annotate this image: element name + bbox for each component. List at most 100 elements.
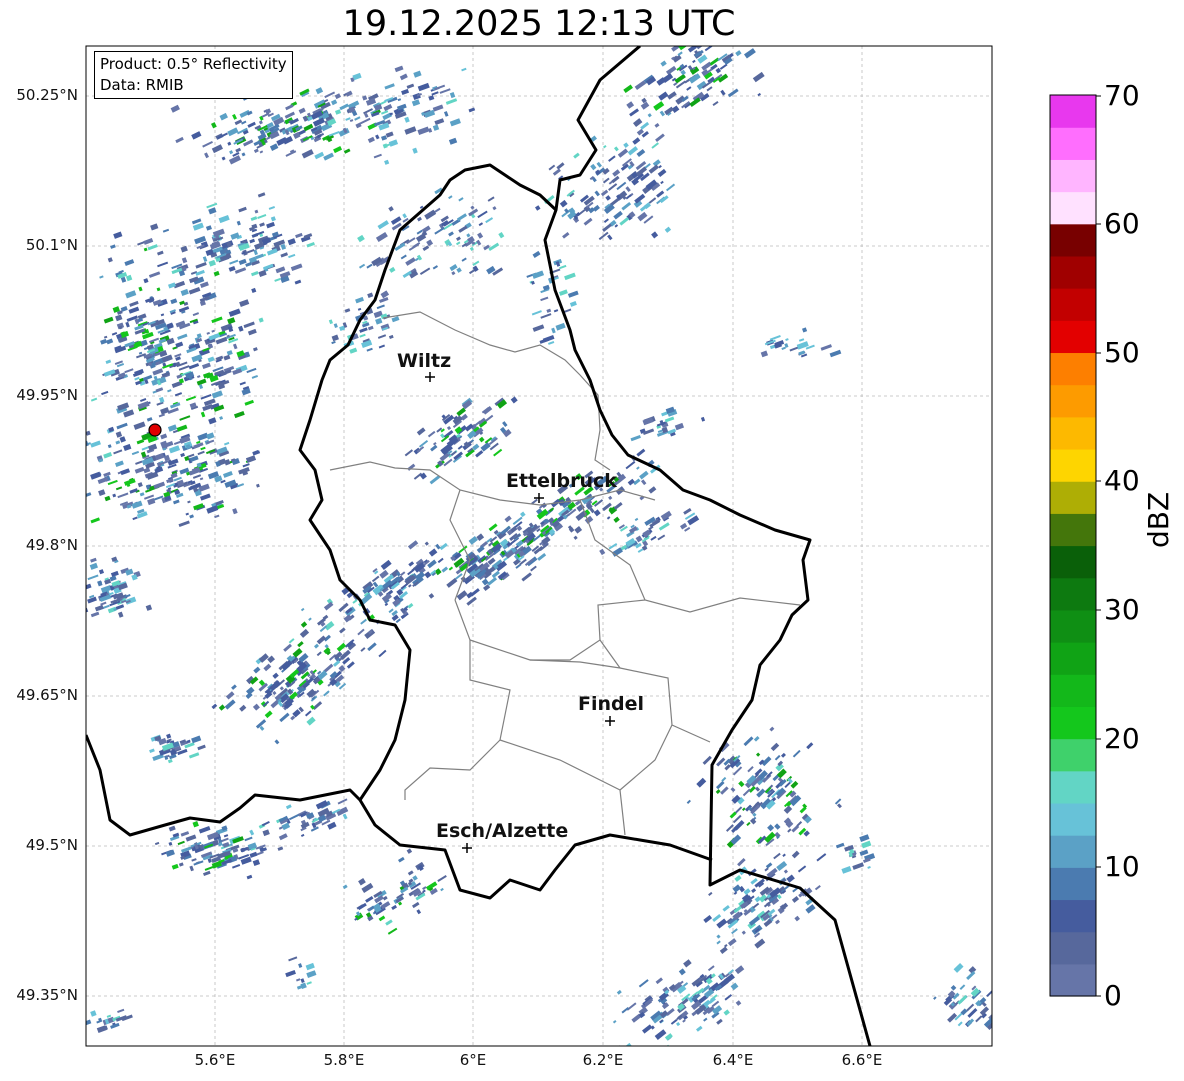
radar-echo-pixel [147, 244, 158, 251]
radar-echo-pixel [785, 338, 789, 341]
radar-echo-pixel [162, 228, 170, 233]
colorbar-segment [1050, 802, 1096, 836]
radar-echo-pixel [406, 83, 415, 89]
radar-echo-pixel [679, 522, 688, 530]
radar-echo-pixel [417, 82, 430, 92]
radar-echo-pixel [234, 267, 247, 274]
radar-echo-pixel [245, 249, 255, 254]
radar-echo-pixel [456, 236, 461, 242]
radar-echo-pixel [205, 225, 212, 231]
radar-echo-pixel [305, 962, 315, 971]
radar-echo-pixel [734, 965, 745, 975]
radar-echo-pixel [115, 604, 125, 610]
radar-echo-pixel [346, 661, 355, 669]
radar-echo-pixel [349, 347, 358, 354]
radar-echo-pixel [233, 343, 238, 350]
radar-echo-pixel [782, 853, 786, 857]
radar-echo-pixel [456, 213, 467, 222]
radar-echo-pixel [233, 844, 240, 850]
radar-echo-pixel [755, 786, 761, 792]
radar-echo-pixel [189, 865, 194, 872]
radar-echo-pixel [446, 425, 452, 431]
radar-echo-pixel [277, 846, 284, 851]
radar-echo-pixel [331, 340, 336, 345]
radar-echo-pixel [688, 73, 701, 84]
colorbar-tick-label: 70 [1104, 79, 1140, 112]
radar-echo-pixel [555, 322, 566, 331]
radar-echo-pixel [708, 891, 713, 896]
radar-echo-pixel [281, 822, 291, 831]
radar-echo-pixel [295, 232, 303, 239]
radar-echo-pixel [300, 833, 305, 837]
radar-echo-pixel [411, 99, 421, 107]
radar-echo-pixel [343, 148, 351, 154]
colorbar-segment [1050, 159, 1096, 193]
radar-echo-pixel [86, 492, 92, 499]
product-label: Product: 0.5° Reflectivity [100, 55, 287, 73]
radar-echo-pixel [245, 455, 257, 463]
radar-echo-pixel [614, 224, 619, 228]
radar-echo-pixel [160, 407, 170, 415]
radar-echo-pixel [359, 117, 371, 125]
radar-echo-pixel [178, 365, 190, 371]
city-label-ettelbruck: Ettelbruck [506, 470, 617, 492]
radar-echo-pixel [741, 807, 746, 811]
radar-echo-pixel [185, 512, 190, 516]
radar-echo-pixel [236, 220, 241, 226]
radar-echo-pixel [487, 196, 495, 202]
radar-echo-pixel [537, 552, 547, 561]
radar-echo-pixel [574, 526, 583, 534]
radar-echo-pixel [135, 460, 143, 465]
radar-echo-pixel [244, 399, 254, 406]
radar-echo-pixel [228, 308, 241, 317]
radar-echo-pixel [288, 253, 296, 259]
radar-echo-pixel [228, 155, 241, 165]
radar-echo-pixel [642, 1024, 653, 1034]
radar-echo-pixel [285, 969, 296, 978]
radar-echo-pixel [333, 145, 343, 154]
radar-echo-pixel [349, 119, 354, 122]
radar-echo-pixel [250, 271, 259, 277]
radar-echo-pixel [153, 495, 164, 501]
radar-echo-pixel [706, 86, 713, 92]
radar-echo-pixel [238, 325, 244, 332]
radar-echo-pixel [97, 476, 109, 485]
radar-echo-pixel [296, 985, 303, 990]
radar-echo-pixel [573, 535, 578, 540]
radar-echo-pixel [421, 225, 431, 234]
radar-echo-pixel [569, 301, 577, 307]
radar-echo-pixel [451, 271, 456, 276]
radar-echo-pixel [87, 574, 99, 581]
radar-echo-pixel [86, 1019, 92, 1026]
radar-echo-pixel [416, 427, 426, 436]
radar-echo-pixel [380, 901, 391, 910]
radar-echo-pixel [957, 1021, 963, 1027]
radar-echo-pixel [251, 374, 259, 379]
radar-echo-pixel [553, 309, 559, 313]
radar-echo-pixel [678, 46, 690, 51]
radar-echo-pixel [394, 65, 404, 73]
radar-echo-pixel [90, 471, 102, 480]
radar-echo-pixel [458, 197, 464, 202]
radar-echo-pixel [541, 502, 547, 509]
radar-echo-pixel [449, 92, 456, 99]
radar-echo-pixel [143, 247, 148, 252]
radar-echo-pixel [400, 571, 406, 576]
radar-echo-pixel [121, 1014, 133, 1022]
radar-echo-pixel [275, 266, 286, 274]
radar-echo-pixel [373, 153, 382, 159]
radar-echo-pixel [352, 72, 362, 81]
radar-echo-pixel [408, 243, 420, 251]
radar-echo-pixel [477, 232, 484, 239]
colorbar-segment [1050, 320, 1096, 354]
radar-echo-pixel [197, 375, 201, 378]
radar-echo-pixel [510, 396, 518, 404]
radar-echo-pixel [145, 488, 152, 493]
lon-tick-label: 5.6°E [194, 1051, 236, 1069]
radar-echo-pixel [378, 649, 387, 658]
radar-echo-pixel [343, 614, 353, 623]
radar-echo-pixel [222, 841, 230, 848]
radar-echo-pixel [651, 231, 659, 239]
radar-echo-pixel [717, 46, 728, 47]
radar-echo-pixel [105, 359, 112, 365]
